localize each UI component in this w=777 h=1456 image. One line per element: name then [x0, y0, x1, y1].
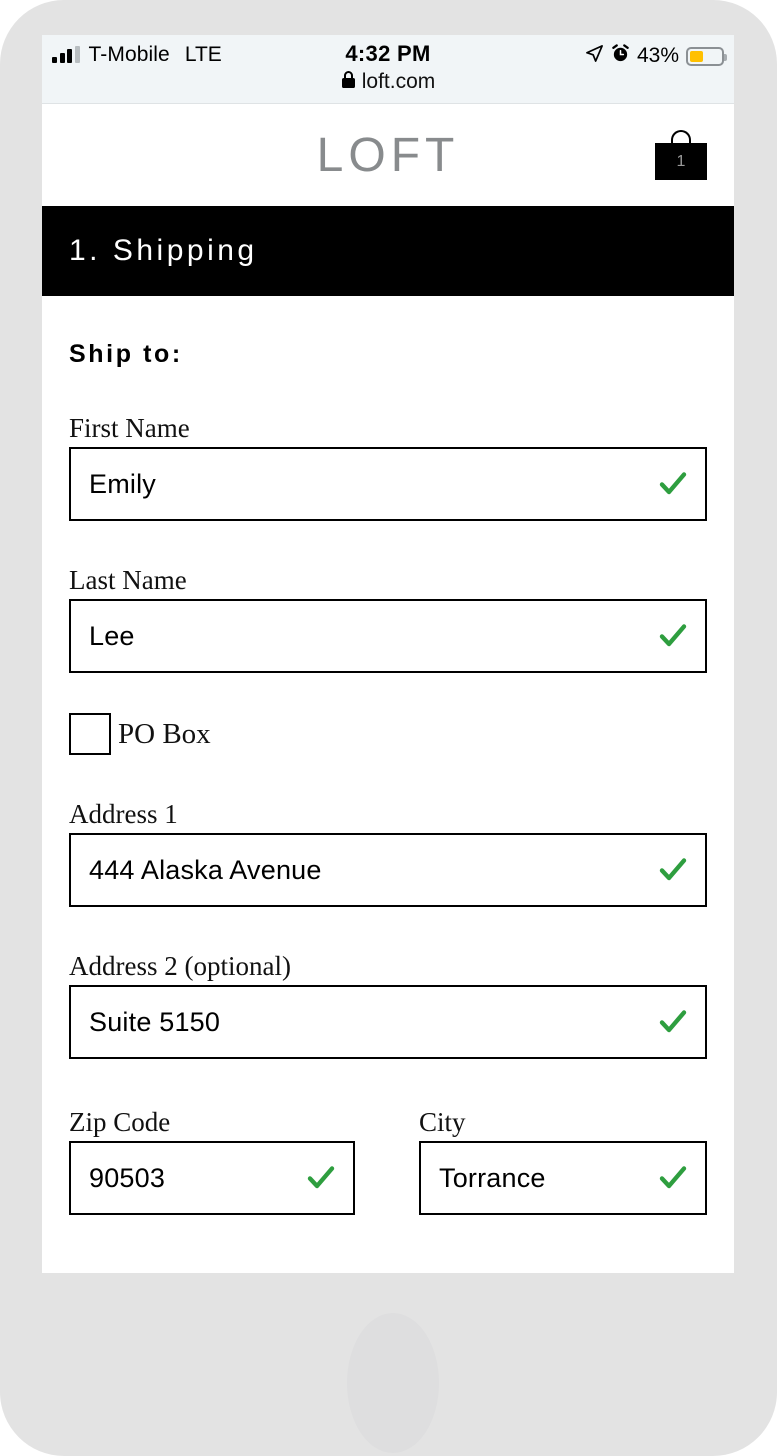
first-name-input[interactable]: Emily	[69, 447, 707, 521]
field-address-2: Address 2 (optional) Suite 5150	[69, 953, 707, 1059]
home-button[interactable]	[347, 1313, 439, 1453]
zip-column: Zip Code 90503	[69, 1109, 355, 1215]
po-box-checkbox[interactable]	[69, 713, 111, 755]
phone-frame: T-Mobile LTE 4:32 PM loft.com 43% LOFT 1…	[0, 0, 777, 1456]
field-address-1: Address 1 444 Alaska Avenue	[69, 801, 707, 907]
city-label: City	[419, 1107, 466, 1137]
address-1-input[interactable]: 444 Alaska Avenue	[69, 833, 707, 907]
zip-code-valid-check-icon	[306, 1163, 336, 1193]
address-2-value: Suite 5150	[89, 1006, 221, 1037]
po-box-row[interactable]: PO Box	[69, 713, 707, 755]
field-last-name: Last Name Lee	[69, 567, 707, 673]
url-bar[interactable]: loft.com	[42, 70, 734, 94]
last-name-input[interactable]: Lee	[69, 599, 707, 673]
zip-code-input[interactable]: 90503	[69, 1141, 355, 1215]
po-box-label: PO Box	[118, 717, 211, 750]
url-label: loft.com	[361, 70, 436, 93]
checkout-step-header: 1. Shipping	[42, 206, 734, 296]
zip-city-row: Zip Code 90503 City Torrance	[69, 1109, 707, 1215]
address-2-input[interactable]: Suite 5150	[69, 985, 707, 1059]
zip-code-value: 90503	[89, 1162, 166, 1193]
step-title: 1. Shipping	[69, 234, 258, 267]
field-city: City Torrance	[419, 1109, 707, 1215]
last-name-value: Lee	[89, 620, 135, 651]
field-first-name: First Name Emily	[69, 415, 707, 521]
site-header: LOFT 1	[42, 104, 734, 206]
first-name-value: Emily	[89, 468, 156, 499]
first-name-label: First Name	[69, 413, 190, 443]
city-value: Torrance	[439, 1162, 546, 1193]
address-2-label: Address 2 (optional)	[69, 951, 291, 981]
alarm-clock-icon	[611, 44, 630, 68]
address-1-valid-check-icon	[658, 855, 688, 885]
loft-logo[interactable]: LOFT	[42, 104, 734, 206]
last-name-valid-check-icon	[658, 621, 688, 651]
field-zip-code: Zip Code 90503	[69, 1109, 355, 1215]
last-name-label: Last Name	[69, 565, 187, 595]
address-1-label: Address 1	[69, 799, 178, 829]
battery-percent-label: 43%	[636, 44, 679, 67]
city-valid-check-icon	[658, 1163, 688, 1193]
shopping-bag-button[interactable]: 1	[655, 130, 707, 180]
shopping-bag-icon: 1	[655, 143, 707, 180]
address-2-valid-check-icon	[658, 1007, 688, 1037]
city-input[interactable]: Torrance	[419, 1141, 707, 1215]
first-name-valid-check-icon	[658, 469, 688, 499]
zip-code-label: Zip Code	[69, 1107, 171, 1137]
city-column: City Torrance	[419, 1109, 707, 1215]
bag-item-count: 1	[676, 152, 686, 170]
ship-to-heading: Ship to:	[69, 340, 183, 368]
address-1-value: 444 Alaska Avenue	[89, 854, 322, 885]
shipping-form: Ship to: First Name Emily Last Name Lee	[42, 296, 734, 1215]
lock-icon	[341, 70, 356, 94]
ios-status-bar: T-Mobile LTE 4:32 PM loft.com 43%	[42, 35, 734, 104]
status-bar-right: 43%	[585, 44, 727, 68]
battery-icon	[686, 46, 727, 66]
location-arrow-icon	[585, 44, 604, 68]
phone-screen: T-Mobile LTE 4:32 PM loft.com 43% LOFT 1…	[42, 35, 734, 1273]
